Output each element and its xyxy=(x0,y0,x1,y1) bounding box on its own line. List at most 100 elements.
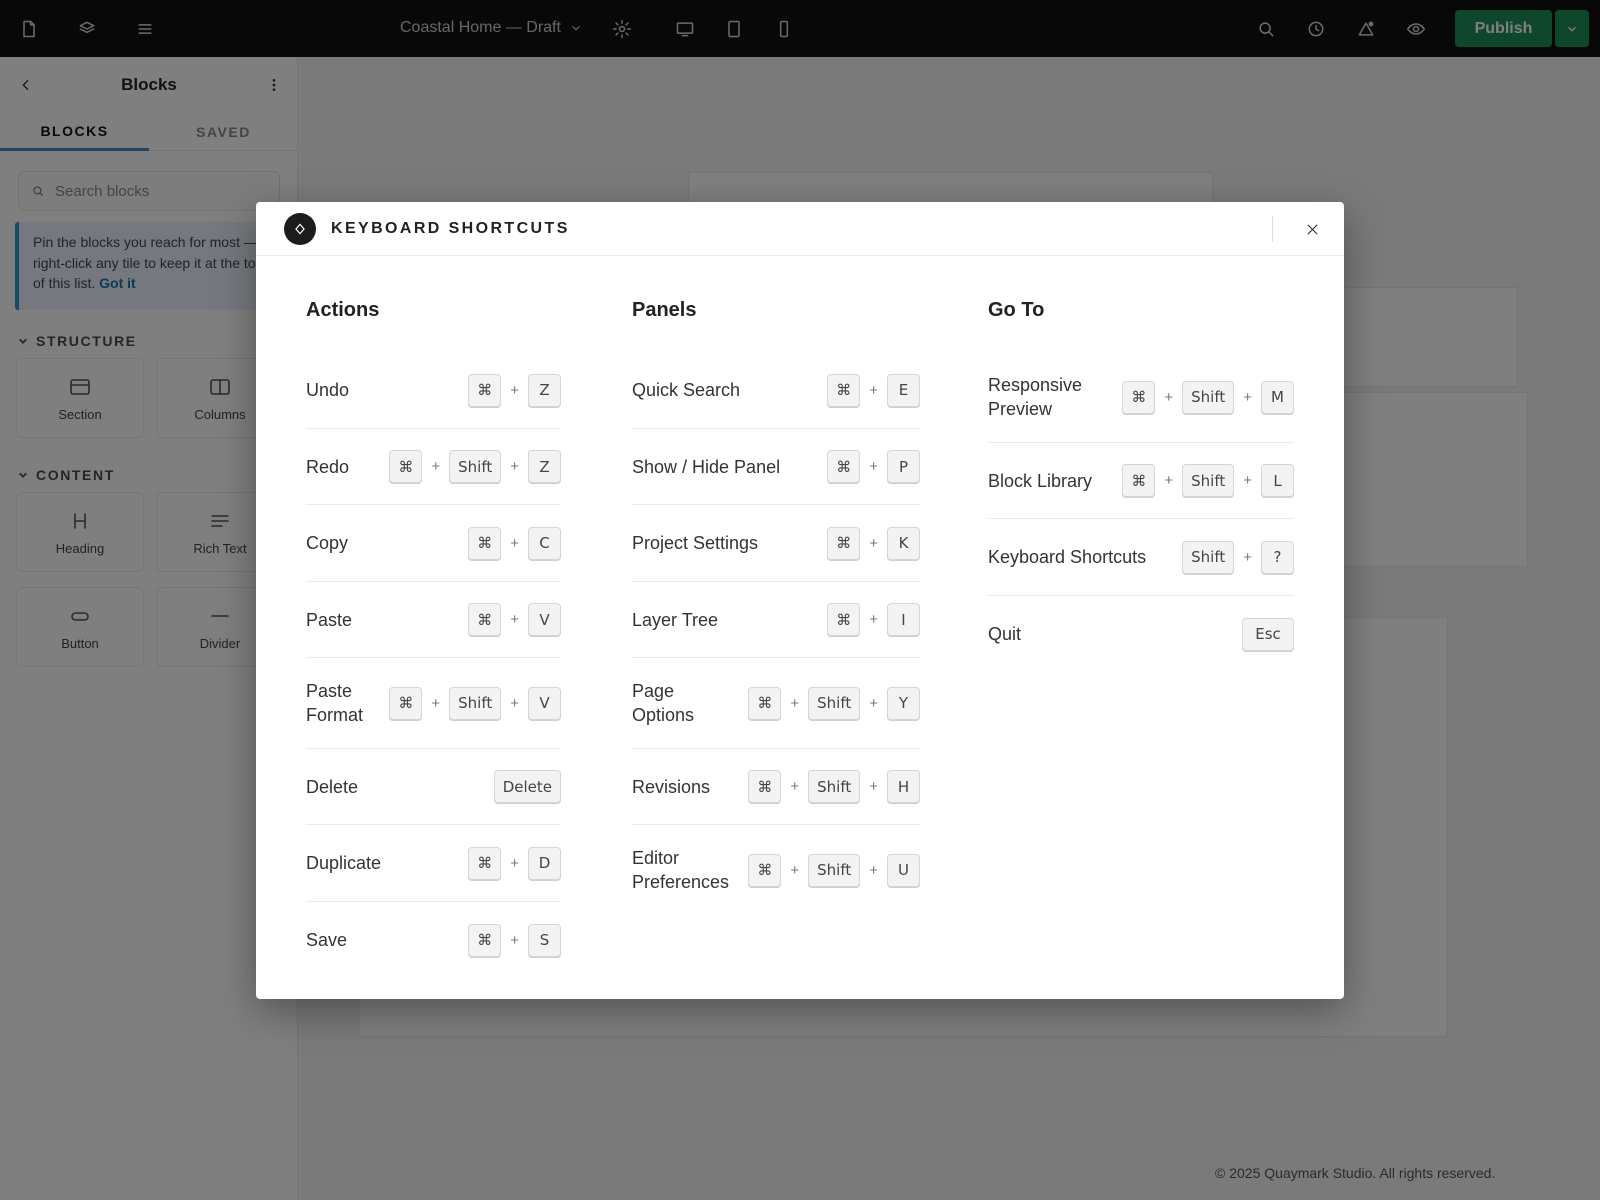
plus-separator: + xyxy=(510,381,519,399)
key-cap: ⌘ xyxy=(389,686,423,720)
dialog-header: KEYBOARD SHORTCUTS xyxy=(256,202,1344,256)
key-cap: ⌘ xyxy=(1122,464,1156,497)
key-combo: Delete xyxy=(493,770,561,803)
plus-separator: + xyxy=(510,694,519,712)
shortcut-row: Project Settings ⌘ + K xyxy=(632,505,920,582)
key-cap: Esc xyxy=(1242,617,1294,651)
shortcut-row: Quick Search ⌘ + E xyxy=(632,352,920,429)
key-cap: Y xyxy=(887,686,920,720)
keyboard-shortcuts-dialog: KEYBOARD SHORTCUTS Actions Undo ⌘ + Z Re… xyxy=(256,202,1344,999)
shortcut-label: Project Settings xyxy=(632,533,759,553)
key-cap: U xyxy=(887,853,920,887)
key-cap: S xyxy=(528,923,561,957)
shortcut-row: Save ⌘ + S xyxy=(306,902,561,978)
shortcuts-logo-icon xyxy=(284,213,316,245)
column-title: Actions xyxy=(306,299,380,321)
shortcut-row: Duplicate ⌘ + D xyxy=(306,825,561,902)
key-cap: D xyxy=(528,846,561,880)
plus-separator: + xyxy=(869,611,878,628)
key-cap: ⌘ xyxy=(468,846,502,880)
shortcut-label: Copy xyxy=(306,533,349,553)
shortcut-label: Paste Format xyxy=(306,681,364,725)
key-cap: ⌘ xyxy=(827,373,861,407)
key-cap: Shift xyxy=(1182,464,1235,497)
key-combo: ⌘ + D xyxy=(468,846,561,880)
header-divider xyxy=(1272,216,1273,242)
key-combo: ⌘ + Shift + L xyxy=(1122,464,1294,497)
key-cap: V xyxy=(528,686,561,720)
key-cap: ⌘ xyxy=(748,686,782,720)
key-combo: ⌘ + Shift + M xyxy=(1122,380,1294,414)
shortcut-label: Responsive Preview xyxy=(988,375,1083,419)
shortcut-label: Quit xyxy=(988,624,1022,644)
shortcut-row: Copy ⌘ + C xyxy=(306,505,561,582)
plus-separator: + xyxy=(431,694,441,712)
key-cap: P xyxy=(887,450,920,483)
key-cap: ⌘ xyxy=(1122,380,1156,414)
plus-separator: + xyxy=(1164,472,1174,489)
key-combo: ⌘ + Shift + Y xyxy=(748,686,920,720)
shortcut-label: Paste xyxy=(306,609,353,630)
key-combo: ⌘ + C xyxy=(468,526,561,560)
key-cap: Z xyxy=(528,450,561,483)
key-cap: ⌘ xyxy=(827,526,861,560)
shortcut-label: Quick Search xyxy=(632,380,741,400)
shortcut-row: Paste Format ⌘ + Shift + V xyxy=(306,658,561,749)
plus-separator: + xyxy=(510,458,519,475)
plus-separator: + xyxy=(510,854,519,872)
key-cap: ⌘ xyxy=(827,450,861,483)
column-title: Panels xyxy=(632,299,697,321)
shortcut-label: Delete xyxy=(306,776,359,797)
dialog-title: KEYBOARD SHORTCUTS xyxy=(331,220,570,237)
key-cap: Shift xyxy=(449,450,502,483)
shortcut-label: Revisions xyxy=(632,776,711,797)
plus-separator: + xyxy=(869,861,878,879)
shortcut-label: Block Library xyxy=(988,470,1093,491)
key-combo: ⌘ + K xyxy=(827,526,920,560)
plus-separator: + xyxy=(869,534,878,552)
key-cap: M xyxy=(1261,380,1294,414)
key-cap: Shift xyxy=(808,853,861,887)
plus-separator: + xyxy=(869,694,878,712)
shortcut-row: Responsive Preview ⌘ + Shift + M xyxy=(988,352,1294,443)
key-cap: C xyxy=(528,526,561,560)
key-cap: Z xyxy=(528,373,561,407)
key-combo: ⌘ + Z xyxy=(468,373,561,407)
plus-separator: + xyxy=(790,861,800,879)
shortcut-label: Save xyxy=(306,930,348,950)
key-combo: ⌘ + Shift + H xyxy=(748,770,920,803)
plus-separator: + xyxy=(790,778,800,795)
key-cap: ? xyxy=(1261,540,1294,574)
plus-separator: + xyxy=(431,458,441,475)
key-cap: I xyxy=(887,603,920,636)
shortcut-label: Undo xyxy=(306,380,350,400)
plus-separator: + xyxy=(1164,388,1174,406)
plus-separator: + xyxy=(869,381,878,399)
shortcut-row: Page Options ⌘ + Shift + Y xyxy=(632,658,920,749)
shortcut-label: Layer Tree xyxy=(632,609,719,630)
key-cap: Shift xyxy=(1182,380,1235,414)
shortcut-label: Show / Hide Panel xyxy=(632,456,781,477)
plus-separator: + xyxy=(1243,388,1252,406)
key-cap: ⌘ xyxy=(468,603,502,636)
plus-separator: + xyxy=(510,931,519,949)
shortcut-label: Editor Preferences xyxy=(632,848,730,892)
key-cap: ⌘ xyxy=(827,603,861,636)
shortcut-row: Undo ⌘ + Z xyxy=(306,352,561,429)
shortcut-row: Paste ⌘ + V xyxy=(306,582,561,658)
key-cap: Shift xyxy=(808,686,861,720)
key-combo: ⌘ + P xyxy=(827,450,920,483)
key-cap: Shift xyxy=(1182,540,1235,574)
key-combo: Esc xyxy=(1242,617,1294,651)
plus-separator: + xyxy=(790,694,800,712)
close-icon[interactable] xyxy=(1300,217,1324,241)
key-combo: ⌘ + I xyxy=(827,603,920,636)
plus-separator: + xyxy=(869,778,878,795)
shortcut-row: Quit Esc xyxy=(988,596,1294,672)
key-cap: H xyxy=(887,770,920,803)
key-combo: ⌘ + Shift + Z xyxy=(389,450,561,483)
key-cap: Shift xyxy=(449,686,502,720)
shortcut-row: Redo ⌘ + Shift + Z xyxy=(306,429,561,505)
key-cap: Shift xyxy=(808,770,861,803)
key-combo: Shift + ? xyxy=(1182,540,1294,574)
